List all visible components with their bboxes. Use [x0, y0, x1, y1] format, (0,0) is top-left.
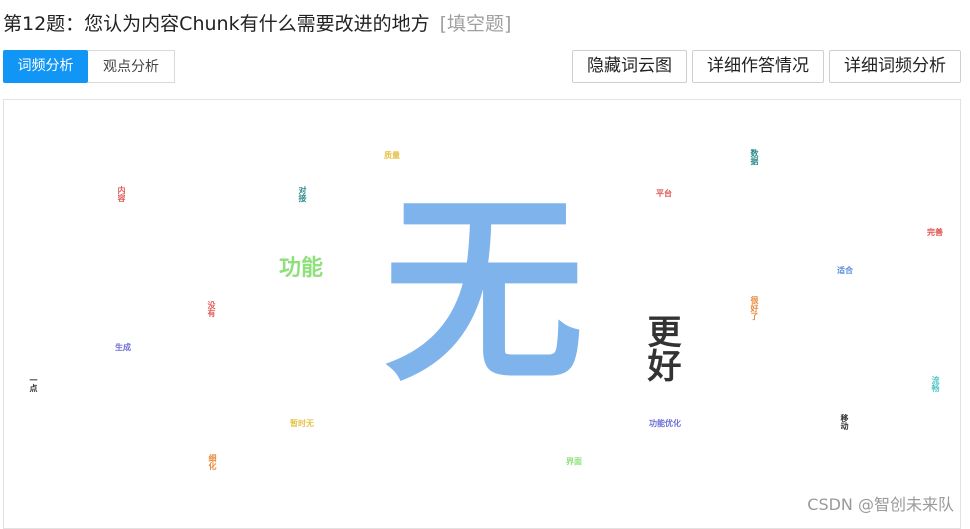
cloud-word: 生成: [115, 343, 131, 352]
question-text: 第12题：您认为内容Chunk有什么需要改进的地方: [3, 13, 430, 35]
watermark: CSDN @智创未来队: [807, 495, 954, 514]
detailed-answers-button[interactable]: 详细作答情况: [692, 50, 824, 83]
cloud-word: 平台: [656, 189, 672, 198]
hide-word-cloud-button[interactable]: 隐藏词云图: [572, 50, 687, 83]
detailed-word-frequency-button[interactable]: 详细词频分析: [829, 50, 961, 83]
tab-opinion-analysis[interactable]: 观点分析: [88, 50, 175, 83]
question-type: [填空题]: [439, 13, 512, 35]
cloud-word: 完善: [927, 228, 943, 237]
cloud-word: 更好: [641, 314, 681, 382]
cloud-word: 移动: [840, 414, 849, 430]
cloud-word: 细化: [208, 454, 217, 470]
cloud-word: 流畅: [931, 376, 940, 392]
cloud-word: 一点: [29, 376, 38, 392]
cloud-word: 适合: [837, 266, 853, 275]
cloud-word: 暂时无: [290, 419, 314, 428]
cloud-word: 对接: [298, 186, 307, 202]
tab-word-frequency[interactable]: 词频分析: [3, 50, 88, 83]
cloud-word: 内容: [117, 186, 126, 202]
cloud-word: 没有: [207, 301, 216, 317]
cloud-word: 界面: [566, 457, 582, 466]
cloud-word: 无: [384, 176, 585, 409]
cloud-word: 数据: [750, 149, 759, 165]
question-title: 第12题：您认为内容Chunk有什么需要改进的地方 [填空题]: [3, 9, 511, 36]
word-cloud: 无 更好 功能 质量 内容 对接 平台 完善 适合 没有 生成 一点 暂时无 功…: [3, 99, 961, 529]
cloud-word: 功能: [279, 256, 324, 281]
cloud-word: 功能优化: [649, 419, 681, 428]
cloud-word: 质量: [384, 151, 400, 160]
cloud-word: 很好了: [750, 296, 759, 320]
